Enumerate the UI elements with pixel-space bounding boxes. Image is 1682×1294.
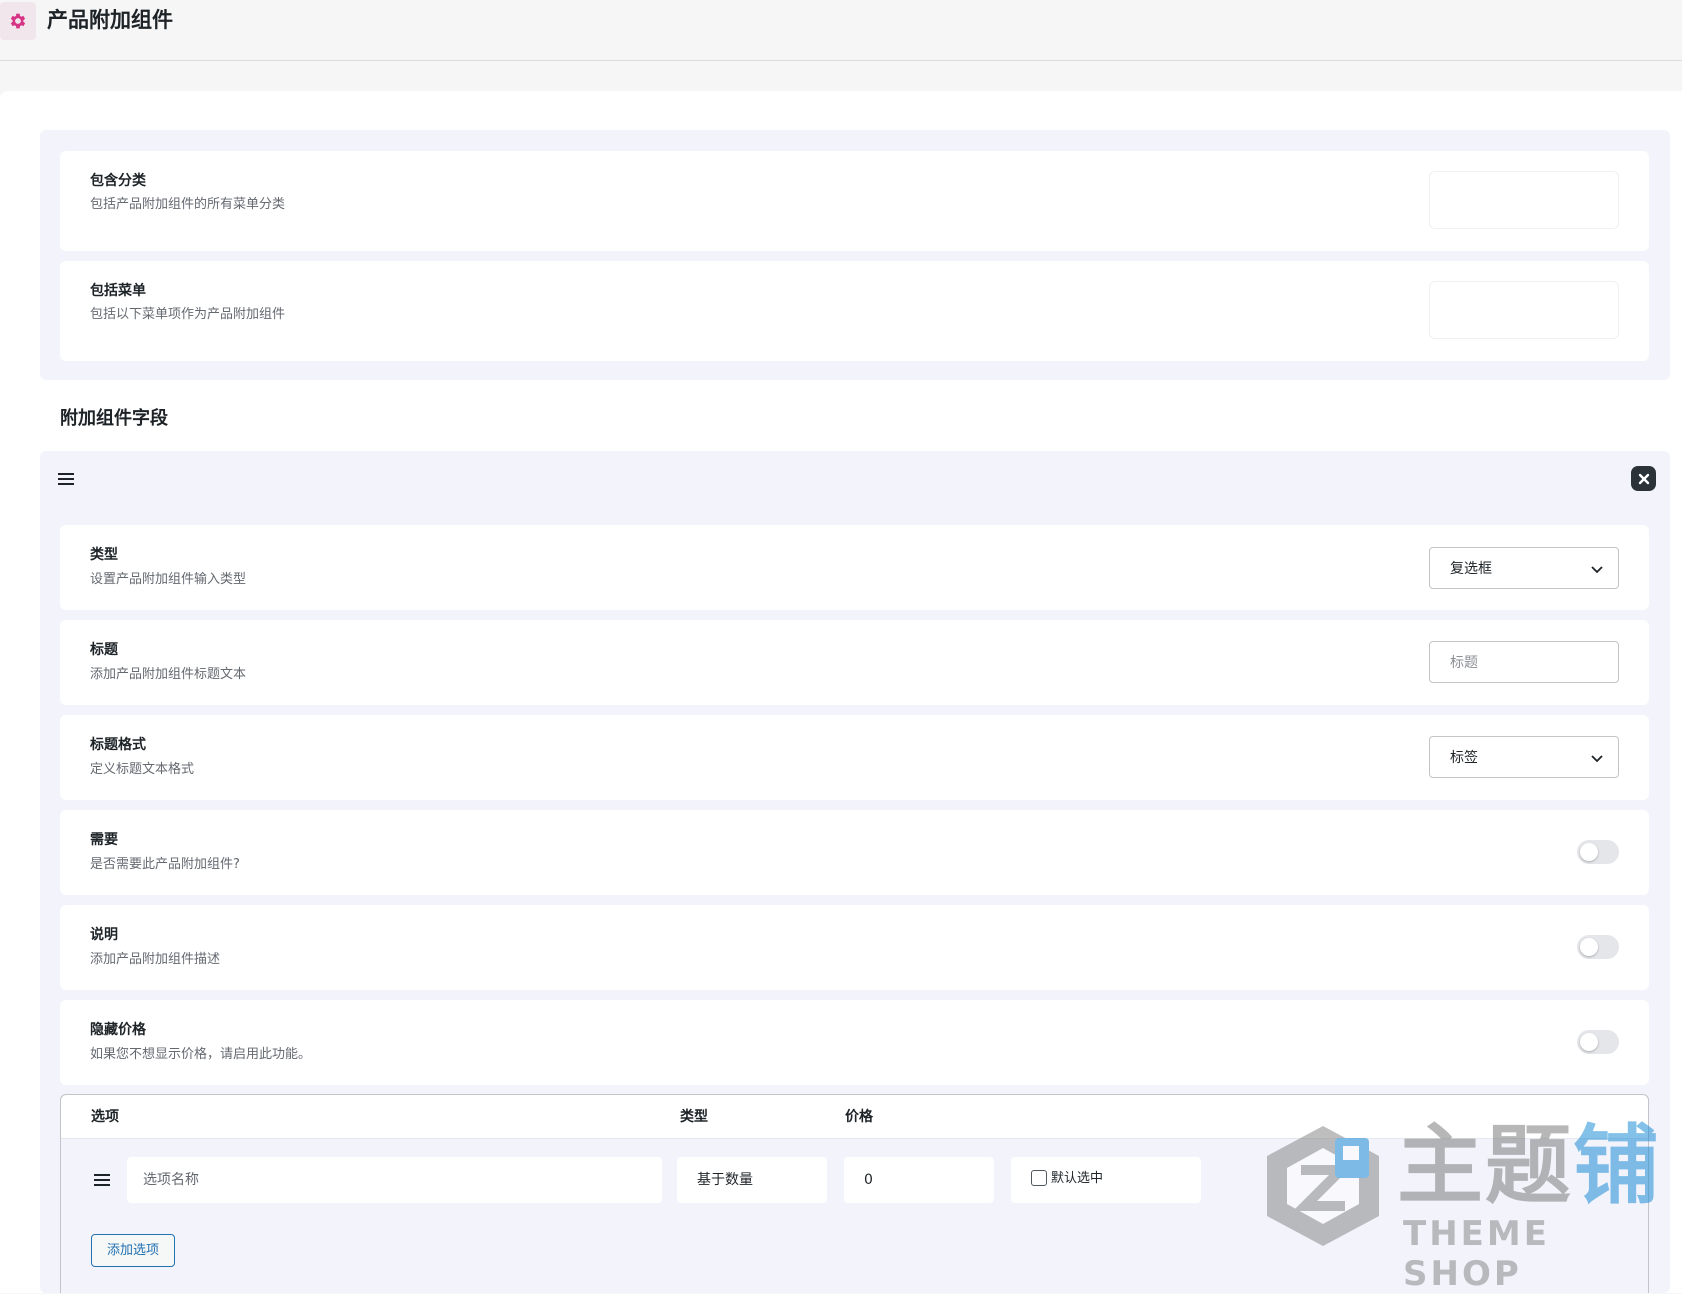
chevron-down-icon [1591, 755, 1603, 763]
title-format-row: 标题格式 定义标题文本格式 标签 [60, 715, 1649, 800]
required-desc: 是否需要此产品附加组件? [90, 857, 240, 872]
required-row: 需要 是否需要此产品附加组件? [60, 810, 1649, 895]
watermark-cn-blue: 铺 [1573, 1116, 1661, 1216]
option-type-select[interactable]: 基于数量 [677, 1157, 827, 1203]
title-row: 标题 添加产品附加组件标题文本 标题 [60, 620, 1649, 705]
drag-handle-icon[interactable] [58, 473, 76, 487]
option-default-field: 默认选中 [1011, 1157, 1201, 1203]
chevron-down-icon [1591, 566, 1603, 574]
hide-price-toggle[interactable] [1577, 1030, 1619, 1054]
option-name-placeholder: 选项名称 [143, 1172, 199, 1188]
include-categories-row: 包含分类 包括产品附加组件的所有菜单分类 [60, 151, 1649, 251]
title-format-desc: 定义标题文本格式 [90, 762, 195, 777]
column-price: 价格 [845, 1109, 873, 1125]
type-desc: 设置产品附加组件输入类型 [90, 572, 247, 587]
title-desc: 添加产品附加组件标题文本 [90, 667, 247, 682]
include-menu-desc: 包括以下菜单项作为产品附加组件 [90, 307, 286, 322]
toggle-knob [1580, 843, 1598, 861]
option-name-input[interactable]: 选项名称 [127, 1157, 662, 1203]
required-label: 需要 [90, 832, 118, 848]
column-option: 选项 [91, 1109, 119, 1125]
add-option-button[interactable]: 添加选项 [91, 1234, 175, 1267]
include-menu-row: 包括菜单 包括以下菜单项作为产品附加组件 [60, 261, 1649, 361]
watermark-logo: 主题铺 THEME SHOP [1255, 1118, 1665, 1294]
type-select-value: 复选框 [1450, 561, 1492, 577]
required-toggle[interactable] [1577, 840, 1619, 864]
description-label: 说明 [90, 927, 118, 943]
type-row: 类型 设置产品附加组件输入类型 复选框 [60, 525, 1649, 610]
page-title: 产品附加组件 [47, 8, 173, 32]
type-select[interactable]: 复选框 [1429, 547, 1619, 589]
hide-price-label: 隐藏价格 [90, 1022, 146, 1038]
include-categories-desc: 包括产品附加组件的所有菜单分类 [90, 197, 286, 212]
description-row: 说明 添加产品附加组件描述 [60, 905, 1649, 990]
option-price-input[interactable]: 0 [844, 1157, 994, 1203]
default-checkbox-label: 默认选中 [1051, 1171, 1104, 1186]
default-checkbox[interactable] [1031, 1170, 1047, 1186]
watermark-en-text: THEME SHOP [1403, 1214, 1550, 1294]
toggle-knob [1580, 1033, 1598, 1051]
title-format-label: 标题格式 [90, 737, 146, 753]
toggle-knob [1580, 938, 1598, 956]
include-menu-select[interactable] [1429, 281, 1619, 339]
hide-price-desc: 如果您不想显示价格，请启用此功能。 [90, 1047, 312, 1062]
option-drag-handle-icon[interactable] [94, 1174, 112, 1188]
page-header: 产品附加组件 [0, 0, 1682, 61]
title-format-select[interactable]: 标签 [1429, 736, 1619, 778]
title-input-placeholder: 标题 [1450, 655, 1478, 671]
include-menu-label: 包括菜单 [90, 283, 146, 299]
title-label: 标题 [90, 642, 118, 658]
type-label: 类型 [90, 547, 118, 563]
addon-fields-title: 附加组件字段 [60, 408, 168, 429]
close-icon [1638, 473, 1649, 484]
column-type: 类型 [680, 1109, 708, 1125]
include-categories-select[interactable] [1429, 171, 1619, 229]
remove-field-button[interactable] [1631, 466, 1656, 491]
description-desc: 添加产品附加组件描述 [90, 952, 221, 967]
watermark-cube-icon [1267, 1126, 1379, 1246]
title-input[interactable]: 标题 [1429, 641, 1619, 683]
description-toggle[interactable] [1577, 935, 1619, 959]
hide-price-row: 隐藏价格 如果您不想显示价格，请启用此功能。 [60, 1000, 1649, 1085]
option-type-value: 基于数量 [697, 1172, 753, 1188]
title-format-select-value: 标签 [1450, 750, 1478, 766]
include-categories-label: 包含分类 [90, 173, 146, 189]
gear-icon [0, 2, 36, 40]
watermark-cn-gray: 主题 [1397, 1116, 1573, 1216]
watermark-cn-text: 主题铺 [1397, 1118, 1661, 1214]
option-price-value: 0 [864, 1172, 873, 1188]
